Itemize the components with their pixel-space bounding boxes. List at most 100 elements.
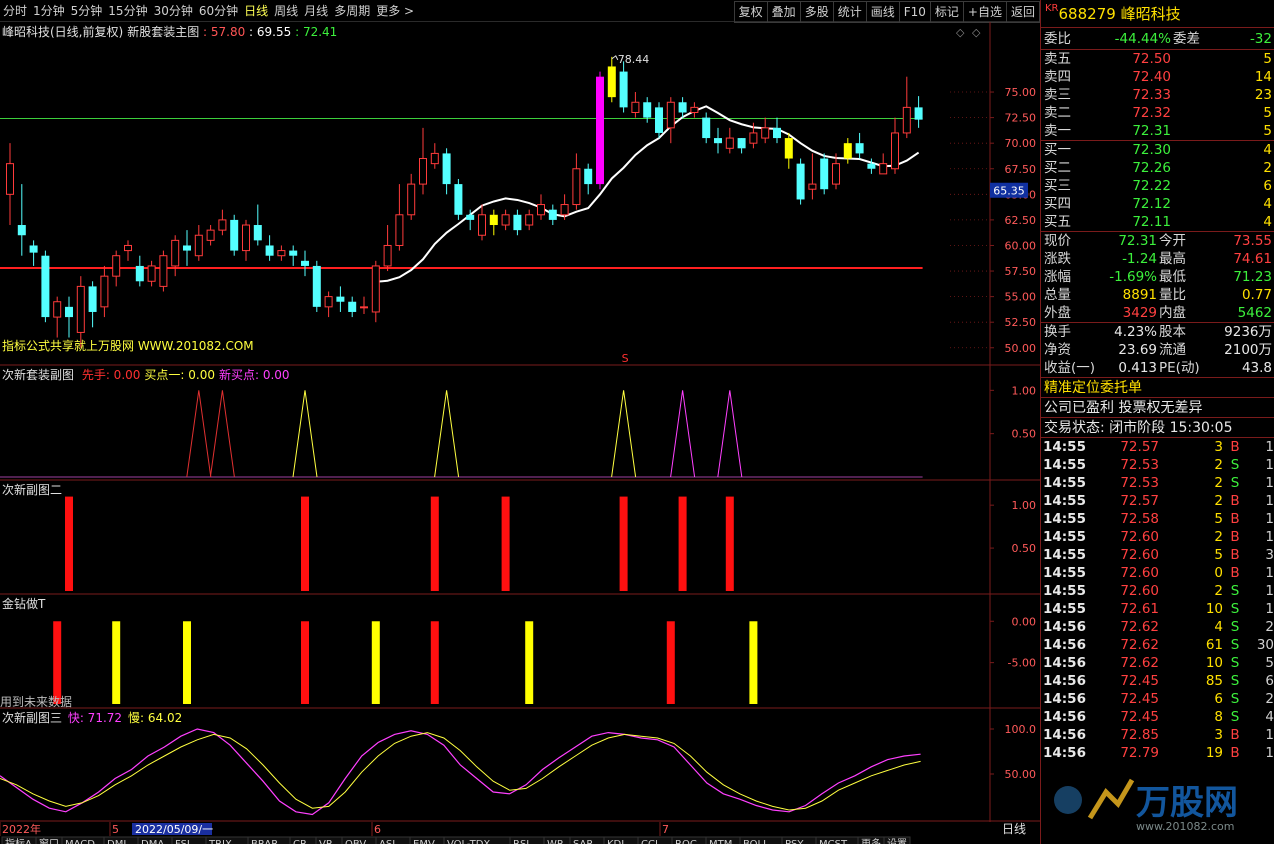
order-banner[interactable]: 精准定位委托单: [1041, 378, 1274, 398]
period-tab[interactable]: 60分钟: [196, 0, 241, 22]
indicator-tab[interactable]: ROC: [671, 836, 707, 844]
candle[interactable]: [714, 127, 722, 154]
candle[interactable]: [478, 204, 486, 241]
indicator-tab[interactable]: MCST: [815, 836, 859, 844]
period-tab[interactable]: 周线: [271, 0, 301, 22]
tick-row[interactable]: 14:55 72.60 0 B 1: [1041, 564, 1274, 582]
indicator-tab[interactable]: WR: [543, 836, 571, 844]
indicator-tab[interactable]: 指标A: [1, 836, 37, 844]
tick-row[interactable]: 14:55 72.53 2 S 1: [1041, 456, 1274, 474]
candle[interactable]: [761, 117, 770, 144]
indicator-tab[interactable]: SAR: [569, 836, 605, 844]
indicator-tab[interactable]: ASI: [375, 836, 411, 844]
period-tab[interactable]: 更多 >: [373, 0, 417, 22]
candle[interactable]: [879, 153, 888, 175]
tick-row[interactable]: 14:55 72.60 2 B 1: [1041, 528, 1274, 546]
candle[interactable]: [773, 117, 781, 144]
tool-button[interactable]: F10: [898, 1, 931, 23]
indicator-tab[interactable]: PSY: [781, 836, 817, 844]
candle[interactable]: [572, 153, 581, 210]
period-tab[interactable]: 5分钟: [68, 0, 106, 22]
candle[interactable]: [88, 281, 97, 328]
sub-panel-3[interactable]: 金钻做T 0.00 -5.00 用到未来数据: [0, 596, 1036, 709]
candle[interactable]: [619, 61, 628, 113]
period-tab[interactable]: 30分钟: [151, 0, 196, 22]
candle[interactable]: [631, 92, 640, 118]
candle[interactable]: [147, 260, 156, 287]
tick-row[interactable]: 14:56 72.62 4 S 2: [1041, 618, 1274, 636]
indicator-tab[interactable]: FSL: [171, 836, 207, 844]
indicator-tab[interactable]: VR: [315, 836, 343, 844]
chart-area[interactable]: 峰昭科技(日线,前复权) 新股套装主图 : 57.80 : 69.55 : 72.…: [0, 22, 1040, 844]
period-tab[interactable]: 多周期: [331, 0, 373, 22]
period-tab[interactable]: 日线: [241, 0, 271, 22]
tool-button[interactable]: 返回: [1005, 1, 1040, 23]
candle[interactable]: [808, 153, 817, 200]
candle[interactable]: [855, 132, 864, 159]
candle[interactable]: [65, 296, 73, 338]
candle[interactable]: [124, 240, 132, 261]
tick-row[interactable]: 14:56 72.79 19 B 1: [1041, 744, 1274, 762]
tick-row[interactable]: 14:55 72.60 2 S 1: [1041, 582, 1274, 600]
tick-row[interactable]: 14:55 72.58 5 B 1: [1041, 510, 1274, 528]
candle[interactable]: [655, 102, 663, 139]
indicator-tab[interactable]: CR: [289, 836, 317, 844]
candle[interactable]: [289, 245, 298, 266]
candle[interactable]: [489, 209, 498, 236]
sub-panel-2[interactable]: 次新副图二 1.00 0.50: [2, 482, 1036, 591]
candle[interactable]: [230, 214, 239, 256]
indicator-tab[interactable]: 更多: [857, 836, 885, 844]
sub-panel-4[interactable]: 次新副图三 快: 71.72 慢: 64.02 100.0 50.00: [0, 710, 1036, 816]
tool-button[interactable]: 复权: [733, 1, 768, 23]
candle[interactable]: [6, 143, 14, 226]
candle[interactable]: [513, 209, 522, 236]
indicator-tab[interactable]: CCI: [637, 836, 673, 844]
candle[interactable]: [312, 260, 321, 312]
candle[interactable]: [253, 204, 262, 246]
tick-row[interactable]: 14:55 72.53 2 S 1: [1041, 474, 1274, 492]
indicator-tab[interactable]: EMV: [409, 836, 445, 844]
candle[interactable]: [430, 143, 439, 169]
indicator-tab[interactable]: OBV: [341, 836, 377, 844]
candle[interactable]: [171, 235, 180, 277]
diamond-icon[interactable]: ◇: [956, 26, 965, 39]
period-tab[interactable]: 分时: [0, 0, 30, 22]
candle[interactable]: [159, 250, 168, 292]
indicator-tab[interactable]: 窗口: [35, 836, 63, 844]
tick-row[interactable]: 14:56 72.45 8 S 4: [1041, 708, 1274, 726]
chart-canvas[interactable]: 峰昭科技(日线,前复权) 新股套装主图 : 57.80 : 69.55 : 72.…: [0, 22, 1040, 844]
candle[interactable]: [183, 230, 191, 266]
tool-button[interactable]: +自选: [962, 1, 1007, 23]
candle[interactable]: [218, 209, 227, 236]
indicator-tab[interactable]: MACD: [61, 836, 105, 844]
candle[interactable]: [301, 250, 309, 277]
candle[interactable]: [17, 184, 26, 256]
candle[interactable]: [29, 240, 38, 266]
indicator-tab[interactable]: DMA: [137, 836, 173, 844]
candle[interactable]: [336, 286, 345, 312]
candle[interactable]: [371, 260, 380, 323]
candle[interactable]: [206, 225, 215, 246]
candle[interactable]: [690, 102, 699, 118]
tick-row[interactable]: 14:55 72.57 3 B 1: [1041, 438, 1274, 456]
indicator-tab[interactable]: BOLL: [739, 836, 783, 844]
tick-row[interactable]: 14:55 72.57 2 B 1: [1041, 492, 1274, 510]
period-tab[interactable]: 月线: [301, 0, 331, 22]
candle[interactable]: [454, 178, 463, 220]
indicator-tab[interactable]: BRAR: [247, 836, 291, 844]
indicator-tab[interactable]: VOL-TDX: [443, 836, 511, 844]
candle[interactable]: [419, 127, 427, 195]
candle[interactable]: [265, 235, 274, 261]
candle[interactable]: [112, 250, 121, 287]
candle[interactable]: [100, 265, 109, 318]
candle[interactable]: [383, 225, 392, 272]
candle[interactable]: [843, 138, 852, 164]
main-panel[interactable]: 峰昭科技(日线,前复权) 新股套装主图 : 57.80 : 69.55 : 72.…: [0, 24, 1036, 365]
tool-button[interactable]: 叠加: [766, 1, 801, 23]
indicator-tab[interactable]: RSI: [509, 836, 545, 844]
candle[interactable]: [194, 225, 203, 261]
candle[interactable]: [41, 250, 50, 323]
indicator-tab[interactable]: MTM: [705, 836, 741, 844]
indicator-tab[interactable]: 设置: [883, 836, 911, 844]
candle[interactable]: [53, 296, 62, 338]
